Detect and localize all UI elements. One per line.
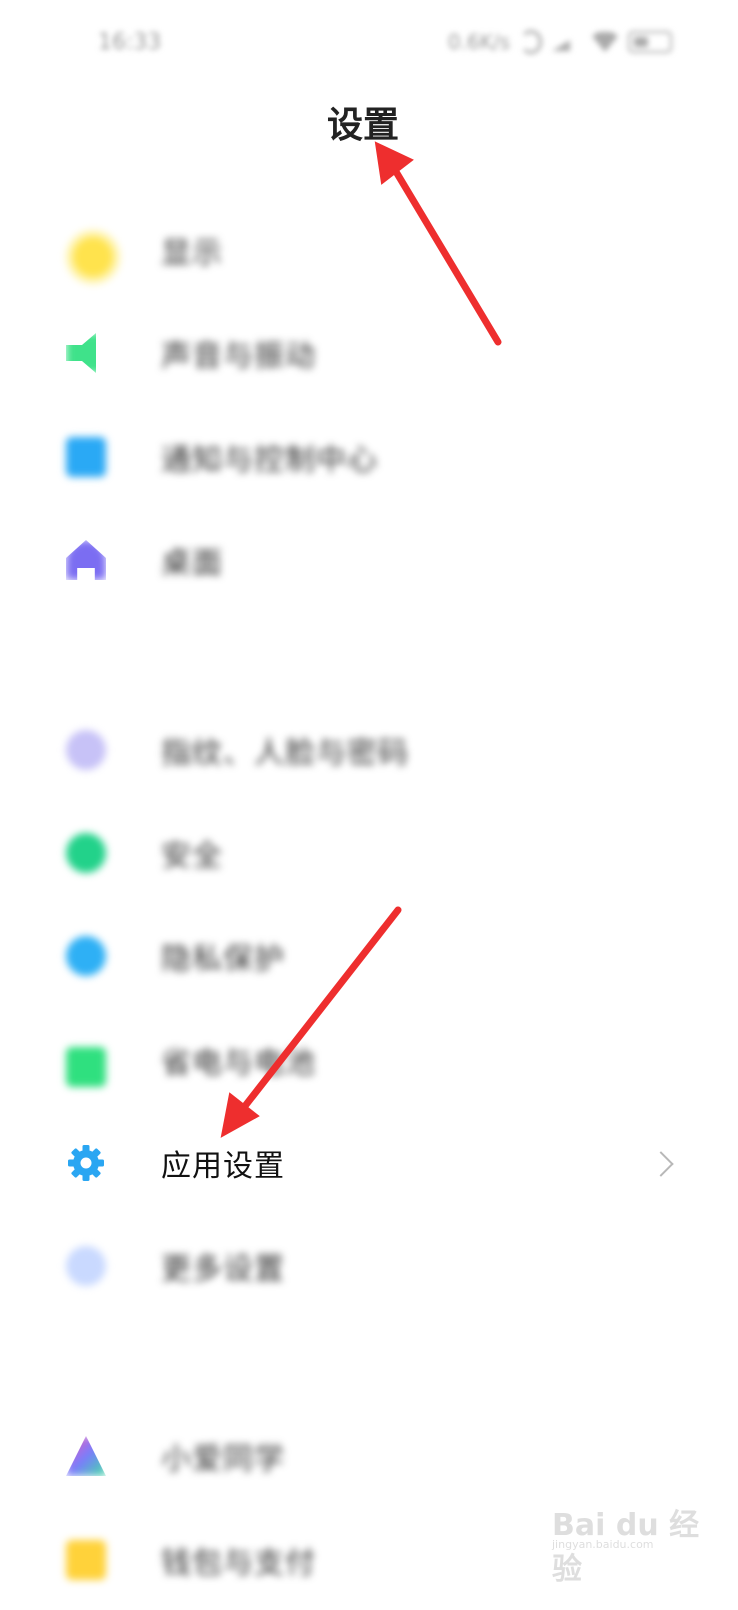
settings-item-sound[interactable]: 声音与振动	[0, 303, 738, 403]
chevron-right-icon	[648, 1151, 674, 1177]
settings-item-notification[interactable]: 通知与控制中心	[0, 407, 738, 507]
wallet-icon	[66, 1540, 106, 1580]
privacy-icon	[66, 936, 106, 976]
status-time: 16:33	[98, 30, 162, 55]
shield-icon	[66, 833, 106, 873]
xiaoai-icon	[66, 1436, 106, 1476]
settings-item-label: 指纹、人脸与密码	[161, 736, 409, 771]
do-not-disturb-icon	[520, 30, 542, 54]
settings-item-label: 隐私保护	[161, 942, 285, 977]
settings-item-label: 省电与电池	[161, 1046, 316, 1081]
notification-icon	[66, 437, 106, 477]
settings-item-label: 应用设置	[161, 1149, 285, 1184]
battery-icon	[66, 1047, 106, 1087]
settings-item-label: 显示	[161, 236, 223, 271]
settings-item-label: 声音与振动	[161, 339, 316, 374]
home-icon	[66, 540, 106, 580]
settings-item-privacy[interactable]: 隐私保护	[0, 906, 738, 1006]
settings-item-display[interactable]: 显示	[0, 200, 738, 300]
network-speed: 0.6K/s	[447, 30, 510, 54]
settings-item-label: 通知与控制中心	[161, 443, 378, 478]
signal-icon	[552, 33, 582, 51]
settings-item-label: 小爱同学	[161, 1442, 285, 1477]
settings-item-app-settings[interactable]: 应用设置	[0, 1113, 738, 1213]
settings-item-label: 安全	[161, 839, 223, 874]
more-icon	[66, 1246, 106, 1286]
speaker-icon	[66, 333, 96, 373]
gear-icon	[68, 1145, 104, 1181]
fingerprint-icon	[66, 730, 106, 770]
page-title: 设置	[326, 105, 399, 146]
settings-item-label: 更多设置	[161, 1252, 285, 1287]
wifi-icon	[592, 32, 618, 52]
settings-item-label: 钱包与支付	[161, 1546, 316, 1581]
annotation-arrowhead-title	[374, 141, 414, 185]
settings-item-desktop[interactable]: 桌面	[0, 510, 738, 610]
watermark-sub: jingyan.baidu.com	[552, 1538, 654, 1551]
settings-item-security[interactable]: 安全	[0, 803, 738, 903]
settings-item-battery[interactable]: 省电与电池	[0, 1010, 738, 1110]
status-icons: 0.6K/s	[448, 30, 672, 54]
settings-item-fingerprint[interactable]: 指纹、人脸与密码	[0, 700, 738, 800]
battery-status-icon	[628, 31, 672, 53]
status-bar: 16:33 0.6K/s	[0, 0, 738, 90]
settings-item-more[interactable]: 更多设置	[0, 1216, 738, 1316]
sun-icon	[73, 237, 113, 277]
watermark-logo: Bai du 经验 jingyan.baidu.com	[552, 1490, 702, 1587]
settings-item-label: 桌面	[161, 546, 223, 581]
